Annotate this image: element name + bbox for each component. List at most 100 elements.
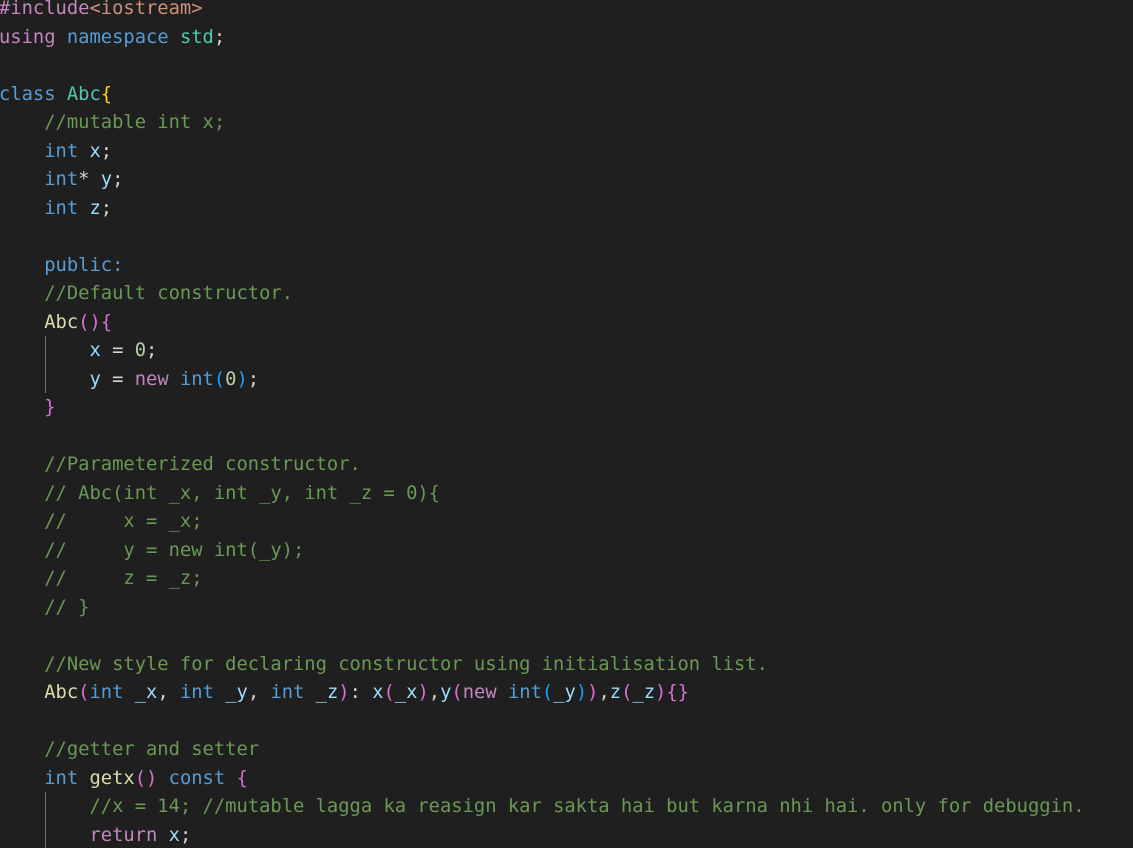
code-token: ) <box>236 368 248 390</box>
code-token: { <box>236 767 248 789</box>
code-line[interactable]: ​ <box>0 52 1085 81</box>
code-token: // Abc(int _x, int _y, int _z = 0){ <box>44 482 440 504</box>
code-token: { <box>100 83 113 105</box>
code-token: y <box>89 368 101 390</box>
code-lines[interactable]: #include<iostream>using namespace std;​c… <box>0 0 1085 848</box>
code-token: // z = _z; <box>44 568 203 589</box>
code-token: , <box>598 682 610 703</box>
code-token: public: <box>44 254 124 276</box>
code-token: int <box>179 368 214 390</box>
code-line[interactable]: int getx() const { <box>0 765 1085 794</box>
code-token: 0 <box>134 340 147 361</box>
code-token: ( <box>541 682 554 703</box>
code-token: ; <box>179 824 192 846</box>
code-line[interactable]: //x = 14; //mutable lagga ka reasign kar… <box>0 793 1084 822</box>
code-token: ( <box>78 682 90 703</box>
code-token: _y <box>225 682 248 703</box>
code-token: new <box>462 682 497 703</box>
code-line[interactable]: } <box>0 394 1085 423</box>
code-token: return <box>89 824 158 846</box>
code-token: // } <box>44 596 90 618</box>
code-line[interactable]: class Abc{ <box>0 81 1085 110</box>
code-line[interactable]: //mutable int x; <box>0 109 1085 138</box>
code-line[interactable]: //New style for declaring constructor us… <box>0 651 1085 680</box>
code-token: y <box>100 169 113 190</box>
code-line[interactable]: Abc(int _x, int _y, int _z): x(_x),y(new… <box>0 679 1085 708</box>
code-token: int <box>270 682 305 703</box>
code-line[interactable]: ​ <box>0 423 1085 452</box>
code-line[interactable]: // z = _z; <box>0 565 1085 594</box>
code-token: namespace <box>66 26 169 48</box>
code-line[interactable]: using namespace std; <box>0 24 1085 53</box>
code-token: x <box>372 682 384 703</box>
code-token: z <box>89 197 101 219</box>
code-token: // y = new int(_y); <box>44 539 305 561</box>
code-line[interactable]: //getter and setter <box>0 736 1085 765</box>
code-token: getx <box>89 767 135 789</box>
code-line[interactable]: return x; <box>0 822 1085 848</box>
code-token: ( <box>383 682 395 703</box>
code-line[interactable]: #include<iostream> <box>0 0 1085 24</box>
code-line[interactable]: ​ <box>0 223 1085 252</box>
code-token: = <box>100 368 135 390</box>
code-token: class <box>0 83 56 105</box>
code-token: _x <box>134 682 158 703</box>
code-token: y <box>440 682 452 703</box>
code-token: // x = _x; <box>44 511 203 532</box>
code-line[interactable]: ​ <box>0 622 1085 651</box>
code-token: {} <box>666 682 689 703</box>
code-token: int <box>44 767 79 789</box>
code-line[interactable]: //Parameterized constructor. <box>0 451 1085 480</box>
code-line[interactable]: public: <box>0 252 1085 281</box>
code-line[interactable]: Abc(){ <box>0 309 1085 338</box>
code-token: , <box>247 682 271 703</box>
code-token: //Default constructor. <box>44 283 293 304</box>
code-token: , <box>428 682 441 703</box>
code-editor[interactable]: #include<iostream>using namespace std;​c… <box>0 0 1133 848</box>
code-line[interactable]: // Abc(int _x, int _y, int _z = 0){ <box>0 480 1085 509</box>
code-token: ; <box>112 169 124 190</box>
code-line[interactable]: // y = new int(_y); <box>0 537 1085 566</box>
code-line[interactable]: // } <box>0 594 1085 623</box>
code-token: , <box>157 682 180 703</box>
code-token: //Parameterized constructor. <box>44 454 361 475</box>
code-token: Abc <box>66 83 101 105</box>
code-line[interactable]: y = new int(0); <box>0 366 1085 395</box>
code-line[interactable]: //Default constructor. <box>0 280 1085 309</box>
code-token: #include <box>0 0 90 19</box>
code-line[interactable]: int* y; <box>0 166 1085 195</box>
code-token: ; <box>100 140 113 162</box>
code-line[interactable]: ​ <box>0 708 1085 737</box>
code-token: _x <box>394 682 418 703</box>
code-token: z <box>609 682 622 703</box>
code-line[interactable]: // x = _x; <box>0 508 1085 537</box>
code-line[interactable]: int z; <box>0 195 1085 224</box>
code-token: x <box>168 824 180 846</box>
code-line[interactable]: x = 0; <box>0 337 1085 366</box>
code-token: int <box>44 197 79 219</box>
code-token: int <box>89 682 124 703</box>
code-line[interactable]: int x; <box>0 138 1085 167</box>
code-token: = <box>100 340 135 361</box>
code-token: ) <box>417 682 429 703</box>
